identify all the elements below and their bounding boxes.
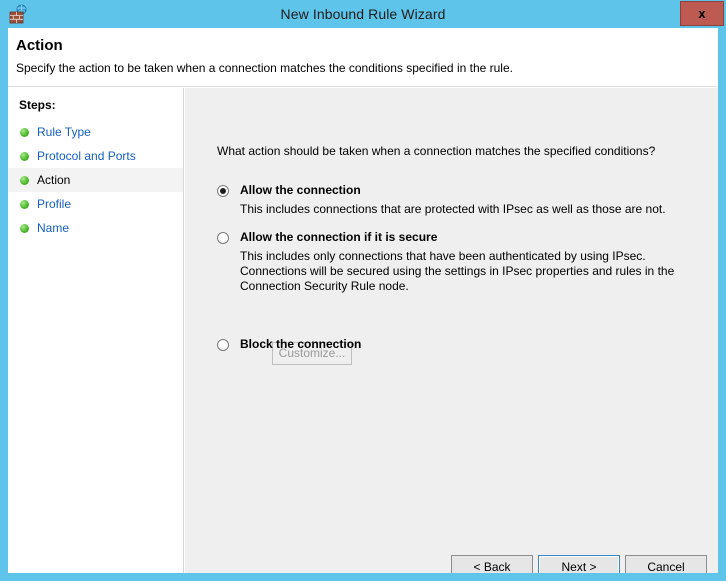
back-button[interactable]: < Back [451,555,533,573]
close-icon[interactable]: x [680,1,724,26]
cancel-button[interactable]: Cancel [625,555,707,573]
sidebar-item-action[interactable]: Action [8,168,183,192]
page-header: Action Specify the action to be taken wh… [8,28,718,87]
page-title: Action [16,37,63,54]
sidebar-item-protocol-and-ports[interactable]: Protocol and Ports [8,144,183,168]
step-bullet-icon [20,200,29,209]
steps-sidebar: Steps: Rule Type Protocol and Ports Acti… [8,88,184,573]
radio-option-description: This includes connections that are prote… [240,202,666,216]
client-area: Action Specify the action to be taken wh… [8,28,718,573]
main-panel: What action should be taken when a conne… [185,88,718,573]
radio-option-description: This includes only connections that have… [240,249,675,293]
radio-icon[interactable] [217,339,229,351]
action-question: What action should be taken when a conne… [217,144,656,158]
title-bar: New Inbound Rule Wizard x [0,0,726,28]
sidebar-item-label: Action [37,173,71,187]
window-title: New Inbound Rule Wizard [280,6,446,22]
sidebar-item-label: Profile [37,197,72,211]
sidebar-item-name[interactable]: Name [8,216,183,240]
radio-option-label: Allow the connection [240,183,361,197]
next-button[interactable]: Next > [538,555,620,573]
wizard-window: New Inbound Rule Wizard x Action Specify… [0,0,726,581]
radio-icon-selected[interactable] [217,185,229,197]
steps-list: Rule Type Protocol and Ports Action Prof… [8,120,183,240]
step-bullet-icon [20,224,29,233]
sidebar-item-label: Rule Type [37,125,91,139]
sidebar-item-label: Name [37,221,70,235]
radio-option-label: Allow the connection if it is secure [240,230,438,244]
step-bullet-icon [20,176,29,185]
wizard-footer: < Back Next > Cancel [185,518,718,573]
sidebar-item-label: Protocol and Ports [37,149,136,163]
sidebar-item-profile[interactable]: Profile [8,192,183,216]
step-bullet-icon [20,128,29,137]
steps-heading: Steps: [19,98,56,112]
page-subtitle: Specify the action to be taken when a co… [16,61,513,75]
radio-icon[interactable] [217,232,229,244]
step-bullet-icon [20,152,29,161]
sidebar-item-rule-type[interactable]: Rule Type [8,120,183,144]
radio-option-label: Block the connection [240,337,362,351]
